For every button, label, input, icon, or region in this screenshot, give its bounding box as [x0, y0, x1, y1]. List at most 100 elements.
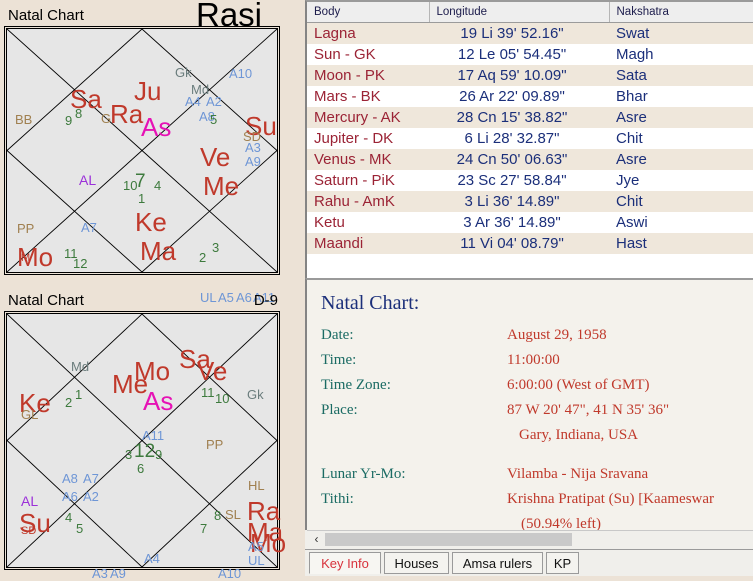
chart-label: HL: [248, 478, 265, 493]
cell-nakshatra: Jye: [616, 172, 640, 189]
chart-label: 10: [123, 178, 138, 193]
chart-label: PP: [206, 437, 224, 452]
chart-label: A9: [110, 566, 126, 581]
chart-label: 8: [214, 508, 222, 523]
table-row[interactable]: Maandi 11 Vi 04' 08.79" Hast: [307, 233, 753, 254]
chart-label: 7: [200, 521, 208, 536]
table-row[interactable]: Jupiter - DK 6 Li 28' 32.87" Chit: [307, 128, 753, 149]
info-value-tithi-percent: (50.94% left): [521, 516, 601, 530]
table-header-row: Body Longitude Nakshatra: [307, 2, 753, 23]
table-row[interactable]: Rahu - AmK 3 Li 36' 14.89" Chit: [307, 191, 753, 212]
chart-label: A5: [248, 539, 264, 554]
info-label-place: Place:: [321, 402, 358, 418]
chart-label: A10: [229, 66, 253, 81]
horizontal-scrollbar[interactable]: ‹: [307, 530, 753, 548]
cell-longitude: 26 Ar 22' 09.89": [429, 86, 609, 107]
info-value-timezone: 6:00:00 (West of GMT): [507, 377, 650, 393]
chart-label: SL: [225, 507, 241, 522]
chart-label: A3: [245, 140, 261, 155]
chart-label: 2: [199, 250, 207, 265]
chart-label: 12: [134, 441, 156, 462]
cell-longitude: 11 Vi 04' 08.79": [429, 233, 609, 254]
right-pane: Body Longitude Nakshatra Lagna 19 Li 39' …: [305, 0, 753, 576]
cell-body: Mercury - AK: [307, 107, 429, 128]
chart-label: A6: [62, 489, 78, 504]
rasi-chart-caption: Natal Chart: [8, 7, 84, 24]
bodies-table: Body Longitude Nakshatra Lagna 19 Li 39' …: [307, 2, 753, 254]
chart-label: Ke: [135, 207, 167, 237]
chart-label: BB: [15, 112, 33, 127]
cell-nakshatra: Magh: [616, 46, 654, 63]
cell-nakshatra: Swat: [609, 22, 753, 44]
cell-body: Mars - BK: [314, 88, 381, 105]
cell-longitude-text: 19 Li 39' 52.16": [460, 25, 564, 42]
cell-body: Jupiter - DK: [314, 130, 394, 147]
table-row[interactable]: Venus - MK 24 Cn 50' 06.63" Asre: [307, 149, 753, 170]
table-row[interactable]: Moon - PK 17 Aq 59' 10.09" Sata: [307, 65, 753, 86]
chart-label: 3: [125, 447, 133, 462]
tab-key-info[interactable]: Key Info: [309, 552, 381, 574]
table-row[interactable]: Sun - GK 12 Le 05' 54.45" Magh: [307, 44, 753, 65]
table-row[interactable]: Saturn - PiK 23 Sc 27' 58.84" Jye: [307, 170, 753, 191]
rasi-chart-diagram[interactable]: BB Sa Ju Ra As Gk Md A4 A2 A8 A10 Su SD A3 A9 Ve Me Ke Ma A…: [4, 26, 280, 304]
chart-label: As: [143, 386, 174, 416]
navamsa-chart-diagram[interactable]: Ke GL Md Me Mo As Sa Ve Gk A11 PP A8 A7 A6 A2 AL Su SD HL S…: [4, 311, 286, 580]
column-header-nakshatra[interactable]: Nakshatra: [609, 2, 753, 23]
chart-label: 10: [215, 391, 230, 406]
chart-label: A3: [92, 566, 108, 581]
chart-label: AL: [79, 172, 97, 188]
column-header-longitude[interactable]: Longitude: [429, 2, 610, 23]
chart-label: 8: [75, 106, 83, 121]
tab-houses[interactable]: Houses: [384, 552, 449, 574]
chart-label: A2: [83, 489, 99, 504]
cell-body: Moon - PK: [307, 65, 429, 86]
cell-longitude-text: 28 Cn 15' 38.82": [456, 109, 568, 126]
cell-longitude: 28 Cn 15' 38.82": [429, 107, 609, 128]
cell-longitude-text: 11 Vi 04' 08.79": [460, 235, 564, 252]
chart-label: 1: [138, 191, 146, 206]
info-value-time: 11:00:00: [507, 352, 560, 368]
info-label-time: Time:: [321, 352, 357, 368]
cell-longitude: 3 Ar 36' 14.89": [429, 212, 609, 233]
table-row[interactable]: Ketu 3 Ar 36' 14.89" Aswi: [307, 212, 753, 233]
info-value-place-city: Gary, Indiana, USA: [519, 427, 638, 443]
cell-nakshatra: Hast: [609, 233, 753, 254]
tab-bar: Key Info Houses Amsa rulers KP: [305, 549, 753, 576]
info-label-date: Date:: [321, 327, 354, 343]
tab-amsa-rulers[interactable]: Amsa rulers: [452, 552, 543, 574]
cell-longitude-text: 23 Sc 27' 58.84": [457, 172, 567, 189]
cell-nakshatra: Asre: [609, 149, 753, 170]
chart-label: Mo: [134, 356, 171, 386]
cell-nakshatra: Chit: [609, 191, 753, 212]
chart-label: As: [141, 112, 172, 142]
tab-kp[interactable]: KP: [546, 552, 579, 574]
chart-label: A2: [206, 94, 222, 109]
key-info-panel: Natal Chart: Date: August 29, 1958 Time:…: [305, 278, 753, 530]
chart-label: Ma: [140, 236, 177, 266]
info-value-date: August 29, 1958: [507, 327, 607, 343]
table-row[interactable]: Lagna 19 Li 39' 52.16" Swat: [307, 22, 753, 44]
column-header-body[interactable]: Body: [307, 2, 430, 23]
cell-body: Maandi: [307, 233, 429, 254]
cell-longitude-text: 3 Li 36' 14.89": [464, 193, 560, 210]
cell-longitude: 19 Li 39' 52.16": [429, 22, 609, 44]
chart-label: Gk: [247, 387, 264, 402]
cell-longitude: 6 Li 28' 32.87": [429, 128, 609, 149]
bodies-grid[interactable]: Body Longitude Nakshatra Lagna 19 Li 39' …: [305, 0, 753, 278]
info-label-lunar: Lunar Yr-Mo:: [321, 466, 406, 482]
table-row[interactable]: Mars - BK 26 Ar 22' 09.89" Bhar: [307, 86, 753, 107]
scroll-left-arrow-icon[interactable]: ‹: [310, 532, 323, 547]
scrollbar-thumb[interactable]: [325, 533, 572, 546]
cell-longitude-text: 26 Ar 22' 09.89": [459, 88, 565, 105]
chart-label: 12: [73, 256, 88, 271]
cell-body: Saturn - PiK: [314, 172, 395, 189]
chart-label: PP: [17, 221, 35, 236]
chart-label: 11: [201, 385, 215, 400]
cell-nakshatra: Chit: [616, 130, 643, 147]
info-label-timezone: Time Zone:: [321, 377, 391, 393]
chart-label: AL: [21, 493, 39, 509]
info-value-tithi: Krishna Pratipat (Su) [Kaameswar: [507, 491, 715, 507]
chart-label: 2: [65, 395, 73, 410]
table-row[interactable]: Mercury - AK 28 Cn 15' 38.82" Asre: [307, 107, 753, 128]
info-value-lunar: Vilamba - Nija Sravana: [507, 466, 649, 482]
